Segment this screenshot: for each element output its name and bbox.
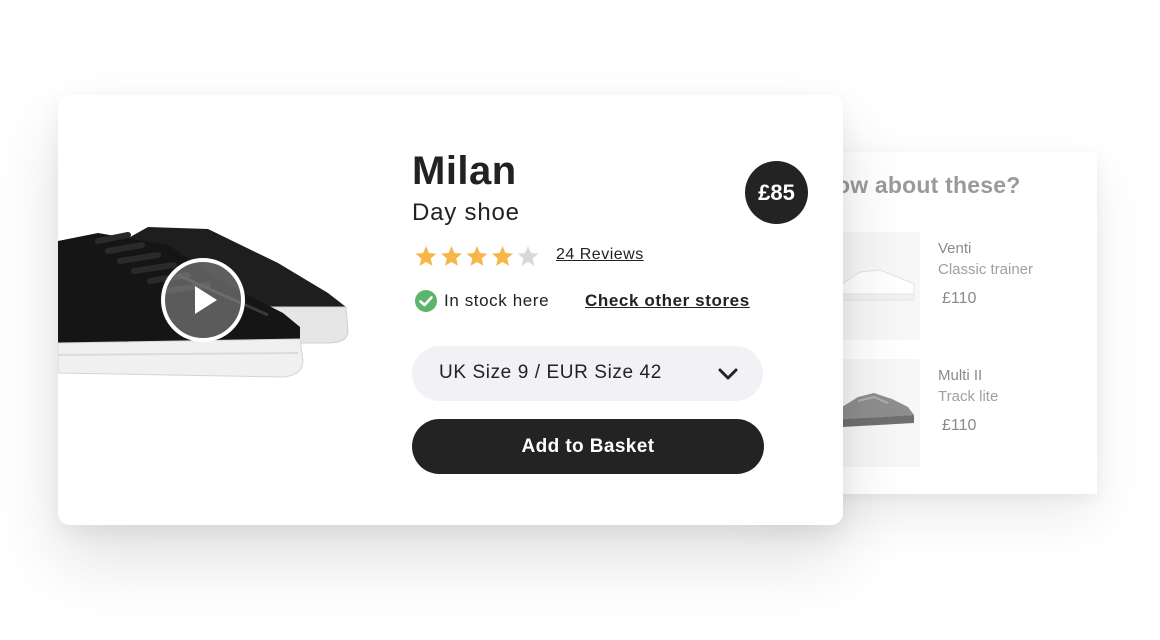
- size-selected-value: UK Size 9 / EUR Size 42: [439, 362, 662, 383]
- stock-status: In stock here: [444, 291, 550, 310]
- star-filled-icon: [415, 246, 437, 266]
- add-to-basket-button[interactable]: Add to Basket: [412, 419, 764, 474]
- recommendation-name[interactable]: Multi II: [938, 367, 982, 384]
- product-image[interactable]: [58, 215, 358, 385]
- recommendations-title: ow about these?: [836, 172, 1021, 198]
- price-badge: £85: [745, 161, 808, 224]
- play-video-button[interactable]: [161, 258, 245, 342]
- star-filled-icon: [441, 246, 462, 266]
- star-empty-icon: [517, 246, 539, 266]
- product-thumbnail[interactable]: [840, 359, 920, 467]
- white-trainer-image: [841, 269, 915, 301]
- recommendation-price: £110: [942, 417, 977, 434]
- size-select[interactable]: UK Size 9 / EUR Size 42: [412, 346, 763, 401]
- star-filled-icon: [492, 246, 513, 266]
- check-circle-icon: [414, 289, 438, 313]
- check-other-stores-link[interactable]: Check other stores: [585, 291, 750, 311]
- star-rating-icons: [415, 246, 539, 266]
- product-card: Milan Day shoe £85 24 Reviews In stock h…: [58, 95, 843, 525]
- reviews-link[interactable]: 24 Reviews: [556, 246, 644, 264]
- recommendation-price: £110: [942, 290, 977, 307]
- product-thumbnail[interactable]: [840, 232, 920, 340]
- grey-trainer-image: [842, 393, 914, 427]
- play-icon: [195, 286, 217, 314]
- product-subtitle: Day shoe: [412, 199, 520, 226]
- recommendation-item[interactable]: Venti Classic trainer £110: [840, 232, 1090, 340]
- star-filled-icon: [466, 246, 488, 266]
- product-title: Milan: [412, 149, 517, 193]
- recommendation-name[interactable]: Venti: [938, 240, 971, 257]
- recommendation-item[interactable]: Multi II Track lite £110: [840, 359, 1090, 467]
- chevron-down-icon: [717, 366, 739, 382]
- star-rating: [414, 244, 544, 270]
- recommendation-subtitle: Track lite: [938, 388, 999, 405]
- recommendation-subtitle: Classic trainer: [938, 261, 1034, 278]
